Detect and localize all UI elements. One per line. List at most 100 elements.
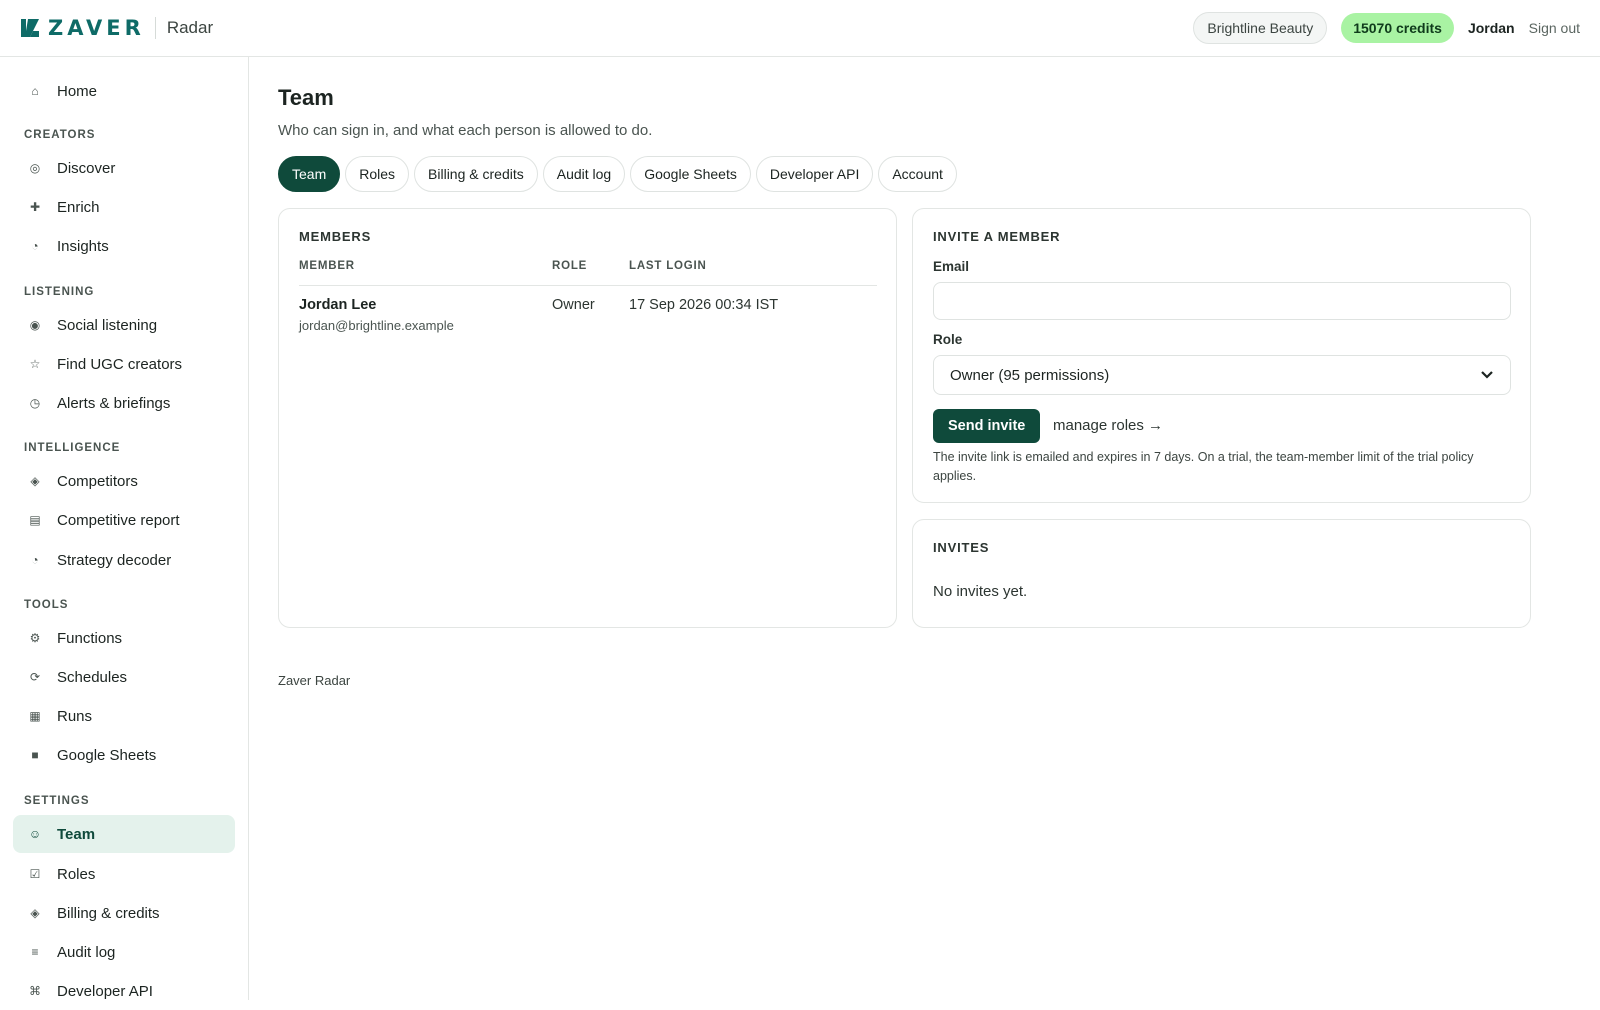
section-settings: SETTINGS (24, 795, 90, 807)
clock-icon: ◷ (29, 396, 41, 410)
refresh-icon: ⟳ (29, 670, 41, 684)
top-bar: ZAVER Radar Brightline Beauty 15070 cred… (0, 0, 1600, 57)
invite-title: INVITE A MEMBER (933, 229, 1061, 244)
section-tools: TOOLS (24, 599, 69, 611)
sign-out-link[interactable]: Sign out (1529, 20, 1580, 36)
user-name[interactable]: Jordan (1468, 20, 1515, 36)
section-intelligence: INTELLIGENCE (24, 442, 121, 454)
checkbox-icon: ☑ (29, 867, 41, 881)
sidebar-item-insights[interactable]: ◔ Insights (13, 227, 235, 265)
role-select[interactable]: Owner (95 permissions) (933, 355, 1511, 395)
tab-roles[interactable]: Roles (345, 156, 410, 192)
chevron-down-icon (1481, 371, 1493, 379)
brand-wordmark: ZAVER (48, 16, 145, 40)
sidebar-item-developer-api[interactable]: ⌘ Developer API (13, 972, 235, 1010)
send-invite-button[interactable]: Send invite (933, 409, 1041, 443)
sidebar-item-label: Find UGC creators (57, 355, 183, 373)
square-icon: ▦ (29, 709, 41, 723)
tab-billing[interactable]: Billing & credits (414, 156, 538, 192)
role-label: Role (933, 332, 963, 347)
member-email: jordan@brightline.example (299, 318, 454, 333)
smile-icon: ☺ (28, 827, 42, 841)
footer-text: Zaver Radar (278, 673, 351, 688)
sidebar-item-label: Competitors (57, 472, 138, 490)
sidebar: ⌂ Home CREATORS ◎ Discover ✚ Enrich ◔ In… (0, 57, 249, 1000)
settings-tabs: Team Roles Billing & credits Audit log G… (278, 156, 962, 192)
tab-google-sheets[interactable]: Google Sheets (630, 156, 751, 192)
sidebar-item-enrich[interactable]: ✚ Enrich (13, 188, 235, 226)
sidebar-item-audit-log[interactable]: ≡ Audit log (13, 933, 235, 971)
sidebar-item-competitors[interactable]: ◈ Competitors (13, 462, 235, 500)
table-divider (299, 285, 877, 286)
zaver-logo-icon (21, 19, 39, 37)
sidebar-item-label: Billing & credits (57, 904, 160, 922)
email-field[interactable] (933, 282, 1511, 320)
tab-account[interactable]: Account (878, 156, 957, 192)
manage-roles-link[interactable]: manage roles → (1053, 417, 1163, 434)
product-name: Radar (166, 18, 214, 37)
role-select-value: Owner (95 permissions) (950, 366, 1110, 384)
sidebar-item-label: Discover (57, 159, 116, 177)
sidebar-item-runs[interactable]: ▦ Runs (13, 697, 235, 735)
sidebar-item-functions[interactable]: ⚙ Functions (13, 619, 235, 657)
page-title: Team (278, 85, 334, 110)
members-title: MEMBERS (299, 229, 372, 244)
gear-icon: ⚙ (29, 631, 41, 645)
sidebar-item-social-listening[interactable]: ◉ Social listening (13, 306, 235, 344)
invites-empty-state: No invites yet. (933, 583, 1028, 600)
tab-team[interactable]: Team (278, 156, 341, 192)
sidebar-item-label: Insights (57, 237, 109, 255)
sidebar-item-competitive-report[interactable]: ▤ Competitive report (13, 501, 235, 539)
sidebar-item-label: Competitive report (57, 511, 180, 529)
credits-badge[interactable]: 15070 credits (1341, 13, 1454, 43)
sidebar-item-label: Developer API (57, 982, 153, 1000)
brand-divider (154, 17, 156, 39)
diamond-icon: ◈ (30, 474, 40, 488)
member-role: Owner (552, 297, 595, 313)
sidebar-item-label: Strategy decoder (57, 551, 172, 569)
sidebar-item-home[interactable]: ⌂ Home (13, 72, 235, 110)
brand[interactable]: ZAVER Radar (20, 16, 213, 40)
org-switcher[interactable]: Brightline Beauty (1193, 12, 1328, 44)
list-icon: ≡ (31, 945, 39, 959)
home-icon: ⌂ (31, 84, 39, 98)
sidebar-item-label: Alerts & briefings (57, 394, 171, 412)
invite-note: The invite link is emailed and expires i… (933, 450, 1474, 483)
sidebar-item-schedules[interactable]: ⟳ Schedules (13, 658, 235, 696)
command-icon: ⌘ (29, 984, 41, 998)
tab-audit-log[interactable]: Audit log (542, 156, 626, 192)
sidebar-item-team[interactable]: ☺ Team (13, 815, 235, 853)
invite-card: INVITE A MEMBER Email Role Owner (95 per… (912, 208, 1531, 503)
radio-icon: ◉ (29, 318, 41, 332)
sidebar-item-billing[interactable]: ◈ Billing & credits (13, 894, 235, 932)
diamond-icon: ◈ (30, 906, 40, 920)
sidebar-item-label: Functions (57, 629, 123, 647)
column-header-member: MEMBER (299, 260, 355, 272)
tab-developer-api[interactable]: Developer API (755, 156, 874, 192)
sidebar-item-label: Enrich (57, 198, 100, 216)
members-card: MEMBERS MEMBER ROLE LAST LOGIN Jordan Le… (278, 208, 897, 628)
discover-icon: ◎ (29, 161, 41, 175)
sidebar-item-roles[interactable]: ☑ Roles (13, 855, 235, 893)
sidebar-item-alerts[interactable]: ◷ Alerts & briefings (13, 384, 235, 422)
pie-icon: ◔ (31, 239, 39, 253)
sidebar-item-label: Schedules (57, 668, 128, 686)
sidebar-item-discover[interactable]: ◎ Discover (13, 149, 235, 187)
section-listening: LISTENING (24, 286, 95, 298)
square-icon: ■ (31, 748, 39, 762)
sidebar-item-find-ugc-creators[interactable]: ☆ Find UGC creators (13, 345, 235, 383)
plus-icon: ✚ (29, 200, 41, 214)
topbar-actions: Brightline Beauty 15070 credits Jordan S… (1193, 12, 1580, 44)
pie-icon: ◔ (31, 553, 39, 567)
sidebar-item-google-sheets[interactable]: ■ Google Sheets (13, 736, 235, 774)
sidebar-item-label: Team (57, 825, 96, 843)
sidebar-item-label: Roles (57, 865, 96, 883)
report-icon: ▤ (29, 513, 41, 527)
invites-title: INVITES (933, 540, 990, 555)
invites-card: INVITES No invites yet. (912, 519, 1531, 628)
email-label: Email (933, 259, 970, 274)
sidebar-item-strategy-decoder[interactable]: ◔ Strategy decoder (13, 541, 235, 579)
column-header-role: ROLE (552, 260, 588, 272)
sidebar-item-label: Audit log (57, 943, 116, 961)
sidebar-item-label: Home (57, 82, 98, 100)
